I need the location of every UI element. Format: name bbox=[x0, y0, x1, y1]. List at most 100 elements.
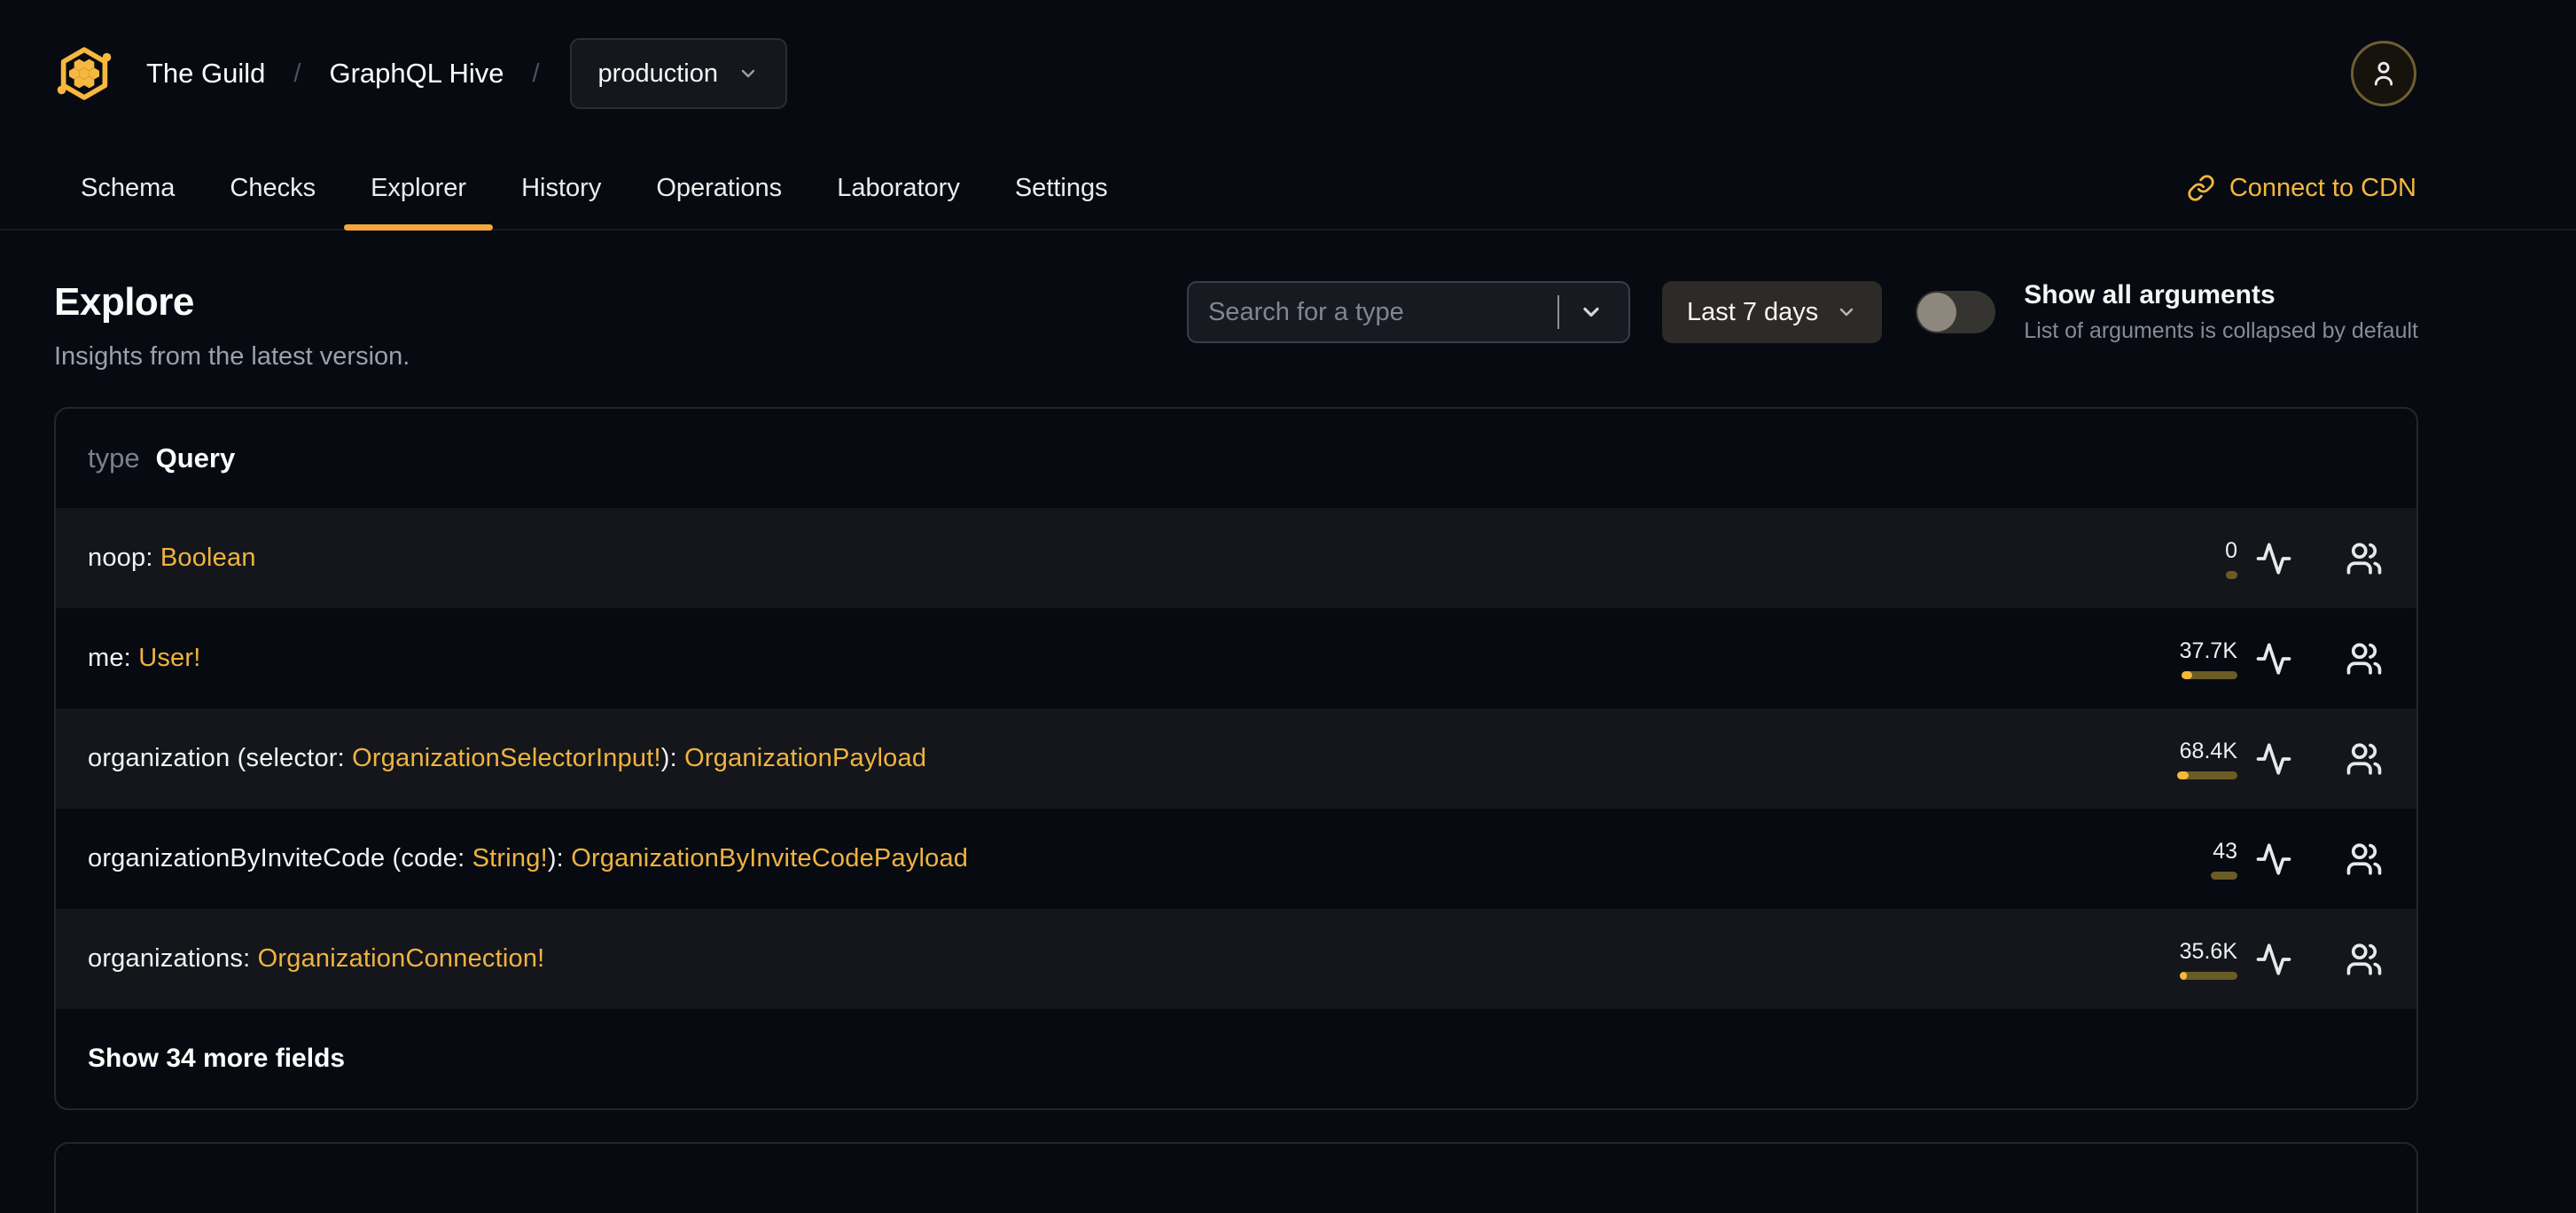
usage-bar-fill bbox=[2182, 670, 2192, 679]
users-icon[interactable] bbox=[2346, 640, 2383, 677]
field-stats: 0 bbox=[2122, 538, 2383, 579]
period-selector[interactable]: Last 7 days bbox=[1661, 281, 1883, 343]
type-search-input[interactable] bbox=[1207, 297, 1550, 327]
app-header: The Guild / GraphQL Hive / production bbox=[0, 0, 2576, 147]
graphql-type-link[interactable]: User! bbox=[138, 644, 200, 672]
breadcrumb-org[interactable]: The Guild bbox=[146, 58, 265, 90]
tab-settings[interactable]: Settings bbox=[988, 147, 1135, 229]
field-stats: 37.7K bbox=[2122, 638, 2383, 679]
users-icon[interactable] bbox=[2346, 740, 2383, 778]
activity-icon[interactable] bbox=[2255, 740, 2292, 778]
activity-icon[interactable] bbox=[2255, 941, 2292, 978]
request-count: 68.4K bbox=[2179, 738, 2237, 763]
request-count: 43 bbox=[2213, 838, 2237, 864]
hive-logo-icon[interactable] bbox=[54, 43, 114, 104]
graphql-type-link[interactable]: Boolean bbox=[160, 544, 256, 572]
field-signature: noop: Boolean bbox=[88, 544, 256, 573]
usage-bar bbox=[2211, 871, 2237, 880]
field-signature: organization (selector: OrganizationSele… bbox=[88, 744, 926, 773]
field-row[interactable]: noop: Boolean 0 bbox=[56, 508, 2416, 608]
usage-bar-fill bbox=[2177, 771, 2189, 779]
activity-icon[interactable] bbox=[2255, 540, 2292, 577]
field-text: organization (selector: bbox=[88, 744, 353, 772]
users-icon[interactable] bbox=[2346, 841, 2383, 878]
field-signature: me: User! bbox=[88, 644, 201, 673]
graphql-type-link[interactable]: OrganizationSelectorInput! bbox=[352, 744, 661, 772]
graphql-type-link[interactable]: String! bbox=[472, 844, 548, 873]
field-text: organizationByInviteCode (code: bbox=[88, 844, 472, 873]
usage-stat: 43 bbox=[2122, 839, 2237, 880]
field-row[interactable]: organizations: OrganizationConnection! 35… bbox=[56, 909, 2416, 1009]
graphql-type-link[interactable]: OrganizationPayload bbox=[684, 744, 926, 772]
field-row[interactable]: me: User! 37.7K bbox=[56, 608, 2416, 708]
usage-bar bbox=[2177, 771, 2237, 779]
toggle-knob bbox=[1917, 293, 1957, 332]
period-selector-value: Last 7 days bbox=[1686, 297, 1819, 326]
graphql-type-link[interactable]: OrganizationConnection! bbox=[258, 944, 545, 973]
usage-bar-fill bbox=[2180, 971, 2187, 980]
user-icon bbox=[2368, 58, 2400, 90]
page-subtitle: Insights from the latest version. bbox=[54, 342, 410, 371]
activity-icon[interactable] bbox=[2255, 640, 2292, 677]
field-text: organizations: bbox=[88, 944, 258, 973]
target-selector-value: production bbox=[597, 59, 718, 88]
type-card-header: type Query bbox=[56, 409, 2416, 508]
activity-icon[interactable] bbox=[2255, 841, 2292, 878]
field-stats: 68.4K bbox=[2122, 739, 2383, 779]
usage-bar bbox=[2182, 670, 2237, 679]
user-menu-button[interactable] bbox=[2351, 41, 2416, 106]
breadcrumb: The Guild / GraphQL Hive / production bbox=[146, 38, 787, 109]
field-text: ): bbox=[660, 744, 685, 772]
field-signature: organizationByInviteCode (code: String!)… bbox=[88, 844, 968, 873]
tab-schema[interactable]: Schema bbox=[54, 147, 201, 229]
usage-stat: 68.4K bbox=[2122, 739, 2237, 779]
chevron-down-icon bbox=[1836, 301, 1857, 323]
link-icon bbox=[2187, 174, 2215, 202]
usage-bar bbox=[2226, 570, 2237, 579]
chevron-down-icon bbox=[738, 63, 759, 84]
usage-stat: 35.6K bbox=[2122, 939, 2237, 980]
graphql-type-link[interactable]: OrganizationByInviteCodePayload bbox=[571, 844, 968, 873]
target-selector[interactable]: production bbox=[569, 38, 787, 109]
main-nav: Schema Checks Explorer History Operations Lab… bbox=[0, 147, 2576, 231]
page-title: Explore bbox=[54, 280, 194, 324]
connect-cdn-label: Connect to CDN bbox=[2229, 173, 2416, 202]
type-keyword: type bbox=[88, 442, 140, 473]
users-icon[interactable] bbox=[2346, 941, 2383, 978]
breadcrumb-separator: / bbox=[532, 59, 540, 88]
type-card: type Query noop: Boolean 0 me: User! 37.7K o… bbox=[54, 407, 2418, 1110]
connect-cdn-link[interactable]: Connect to CDN bbox=[2187, 147, 2416, 229]
type-name: Query bbox=[155, 442, 236, 473]
field-stats: 35.6K bbox=[2122, 939, 2383, 980]
request-count: 37.7K bbox=[2179, 638, 2237, 663]
show-more-fields-button[interactable]: Show 34 more fields bbox=[56, 1009, 2416, 1108]
toggle-description: List of arguments is collapsed by defaul… bbox=[2024, 318, 2418, 343]
combobox-divider bbox=[1557, 295, 1559, 329]
field-row[interactable]: organizationByInviteCode (code: String!)… bbox=[56, 809, 2416, 909]
tab-history[interactable]: History bbox=[495, 147, 628, 229]
field-signature: organizations: OrganizationConnection! bbox=[88, 944, 544, 974]
next-type-card bbox=[54, 1142, 2418, 1213]
tab-operations[interactable]: Operations bbox=[629, 147, 808, 229]
explore-page: Explore Insights from the latest version… bbox=[0, 280, 2576, 1213]
type-search-combobox[interactable] bbox=[1186, 281, 1630, 343]
breadcrumb-separator: / bbox=[293, 59, 301, 88]
chevron-down-icon[interactable] bbox=[1579, 300, 1604, 325]
explore-controls: Last 7 days Show all arguments List of a… bbox=[1186, 280, 2418, 344]
toggle-label: Show all arguments bbox=[2024, 280, 2275, 309]
request-count: 35.6K bbox=[2179, 938, 2237, 964]
breadcrumb-project[interactable]: GraphQL Hive bbox=[329, 58, 503, 90]
show-arguments-toggle[interactable] bbox=[1916, 291, 1996, 333]
field-row[interactable]: organization (selector: OrganizationSele… bbox=[56, 708, 2416, 809]
field-stats: 43 bbox=[2122, 839, 2383, 880]
toggle-labels: Show all arguments List of arguments is … bbox=[2024, 280, 2418, 344]
tab-laboratory[interactable]: Laboratory bbox=[810, 147, 987, 229]
tab-checks[interactable]: Checks bbox=[203, 147, 342, 229]
title-block: Explore Insights from the latest version… bbox=[54, 280, 410, 372]
usage-bar bbox=[2180, 971, 2237, 980]
request-count: 0 bbox=[2225, 537, 2237, 563]
users-icon[interactable] bbox=[2346, 540, 2383, 577]
usage-stat: 0 bbox=[2122, 538, 2237, 579]
tab-explorer[interactable]: Explorer bbox=[344, 147, 494, 231]
field-text: ): bbox=[547, 844, 572, 873]
